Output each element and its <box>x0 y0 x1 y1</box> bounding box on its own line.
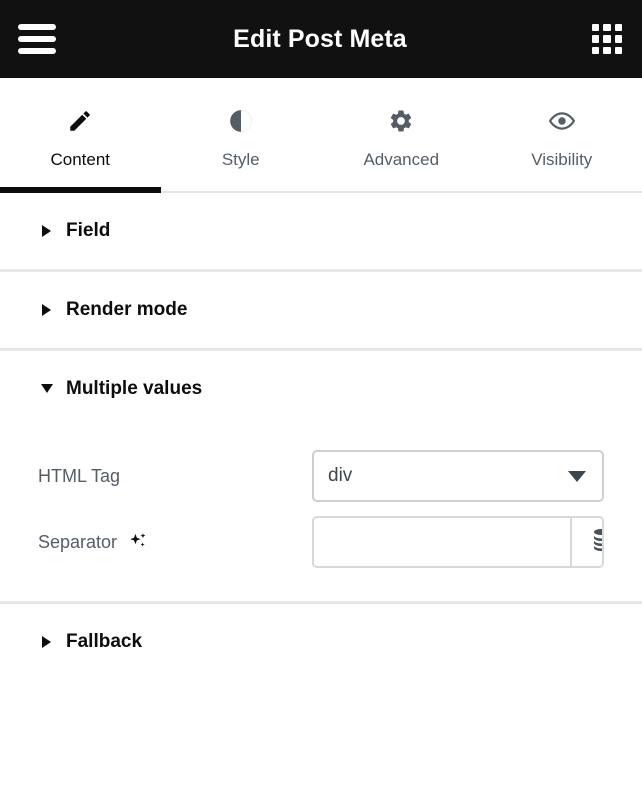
apps-grid-icon[interactable] <box>592 24 622 54</box>
grid-cell <box>614 35 622 43</box>
page-title: Edit Post Meta <box>233 24 407 53</box>
eye-icon <box>548 106 576 136</box>
contrast-icon <box>228 106 254 136</box>
separator-input[interactable] <box>314 518 570 566</box>
control-row-html-tag: HTML Tag div <box>38 443 604 509</box>
section-fallback[interactable]: Fallback <box>0 604 642 680</box>
control-row-separator: Separator <box>38 509 604 575</box>
chevron-right-icon <box>40 636 54 648</box>
separator-input-group <box>312 516 604 568</box>
edit-post-meta-panel: Edit Post Meta Content Style Advanced Vi… <box>0 0 642 794</box>
chevron-down-icon <box>40 384 54 394</box>
chevron-right-icon <box>40 304 54 316</box>
section-title: Field <box>66 220 111 241</box>
section-title: Multiple values <box>66 378 203 399</box>
section-field[interactable]: Field <box>0 193 642 269</box>
grid-cell <box>592 46 600 54</box>
section-multiple-values[interactable]: Multiple values <box>0 351 642 427</box>
tab-visibility[interactable]: Visibility <box>482 78 642 191</box>
section-render-mode[interactable]: Render mode <box>0 272 642 348</box>
chevron-down-icon <box>568 470 586 482</box>
tab-style[interactable]: Style <box>161 78 322 191</box>
dynamic-tags-button[interactable] <box>570 518 602 566</box>
tab-label: Advanced <box>363 149 440 169</box>
grid-cell <box>614 46 622 54</box>
grid-cell <box>592 24 600 32</box>
sparkle-ai-icon[interactable] <box>127 531 149 553</box>
section-title: Fallback <box>66 631 143 652</box>
gear-icon <box>388 106 414 136</box>
database-icon <box>590 527 602 558</box>
grid-cell <box>603 46 611 54</box>
html-tag-select[interactable]: div <box>312 450 604 502</box>
section-title: Render mode <box>66 299 188 320</box>
panel-content: Field Render mode Multiple values HTML T… <box>0 193 642 794</box>
separator-label-wrap: Separator <box>38 531 308 553</box>
html-tag-label: HTML Tag <box>38 465 121 486</box>
grid-cell <box>603 24 611 32</box>
tab-bar: Content Style Advanced Visibility <box>0 78 642 193</box>
panel-header: Edit Post Meta <box>0 0 642 78</box>
grid-cell <box>614 24 622 32</box>
grid-cell <box>592 35 600 43</box>
html-tag-field: div <box>308 450 604 502</box>
pencil-icon <box>67 106 93 136</box>
tab-advanced[interactable]: Advanced <box>321 78 482 191</box>
html-tag-value: div <box>328 465 353 486</box>
chevron-right-icon <box>40 225 54 237</box>
grid-cell <box>603 35 611 43</box>
tab-label: Visibility <box>531 149 593 169</box>
separator-field <box>308 516 604 568</box>
tab-label: Content <box>50 149 111 169</box>
multiple-values-body: HTML Tag div Separator <box>0 427 642 601</box>
separator-label: Separator <box>38 531 118 552</box>
tab-content[interactable]: Content <box>0 78 161 193</box>
tab-label: Style <box>221 149 260 169</box>
